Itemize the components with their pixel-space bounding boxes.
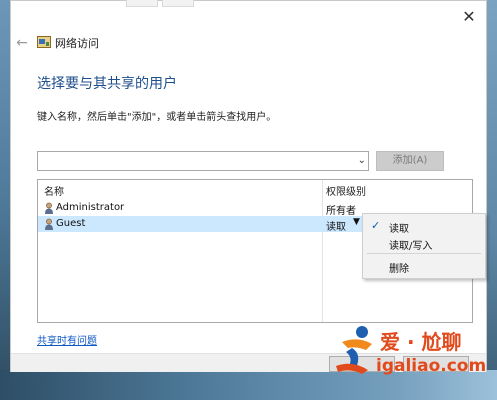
network-access-dialog: ✕ ← 网络访问 选择要与其共享的用户 键入名称，然后单击"添加"，或者单击箭头… [10, 0, 487, 372]
background-window-tabs [126, 0, 206, 7]
mascot-logo-icon [336, 326, 372, 374]
watermark-chinese-text: 爱 · 尬聊 [380, 330, 462, 354]
dropdown-arrow-icon[interactable]: ▼ [353, 217, 360, 227]
user-icon [45, 202, 53, 214]
column-header-permission[interactable]: 权限级别 [326, 183, 366, 198]
menu-item-label: 删除 [389, 264, 409, 275]
column-header-name[interactable]: 名称 [44, 183, 64, 198]
watermark-logo: 爱 · 尬聊 igaliao.com [332, 322, 492, 382]
window-title: 网络访问 [55, 37, 99, 50]
menu-item-read-write[interactable]: 读取/写入 [363, 234, 485, 252]
back-button[interactable]: ← [13, 34, 31, 52]
checkmark-icon: ✓ [371, 219, 381, 232]
menu-item-label: 读取/写入 [389, 241, 433, 252]
user-name: Administrator [56, 202, 125, 213]
close-icon: ✕ [462, 7, 476, 26]
menu-separator [367, 253, 481, 254]
user-name: Guest [56, 218, 86, 229]
network-share-icon [37, 36, 51, 48]
watermark-domain-text: igaliao.com [376, 356, 487, 376]
permission-context-menu: ✓ 读取 读取/写入 删除 [362, 213, 486, 279]
menu-item-remove[interactable]: 删除 [363, 257, 485, 275]
permission-level: 所有者 [326, 206, 356, 217]
add-button[interactable]: 添加(A) [376, 151, 444, 171]
back-arrow-icon: ← [16, 35, 28, 51]
user-icon [45, 218, 53, 230]
user-name-combobox[interactable]: ⌄ [37, 151, 369, 171]
menu-item-label: 读取 [389, 224, 409, 235]
desktop-background-left [0, 0, 10, 400]
page-heading: 选择要与其共享的用户 [37, 76, 177, 92]
close-button[interactable]: ✕ [458, 7, 480, 27]
sharing-help-link[interactable]: 共享时有问题 [37, 332, 97, 347]
chevron-down-icon[interactable]: ⌄ [358, 155, 366, 167]
instruction-text: 键入名称，然后单击"添加"，或者单击箭头查找用户。 [37, 112, 277, 123]
menu-item-read[interactable]: ✓ 读取 [363, 217, 485, 235]
permission-level-dropdown[interactable]: 读取 [326, 218, 346, 233]
